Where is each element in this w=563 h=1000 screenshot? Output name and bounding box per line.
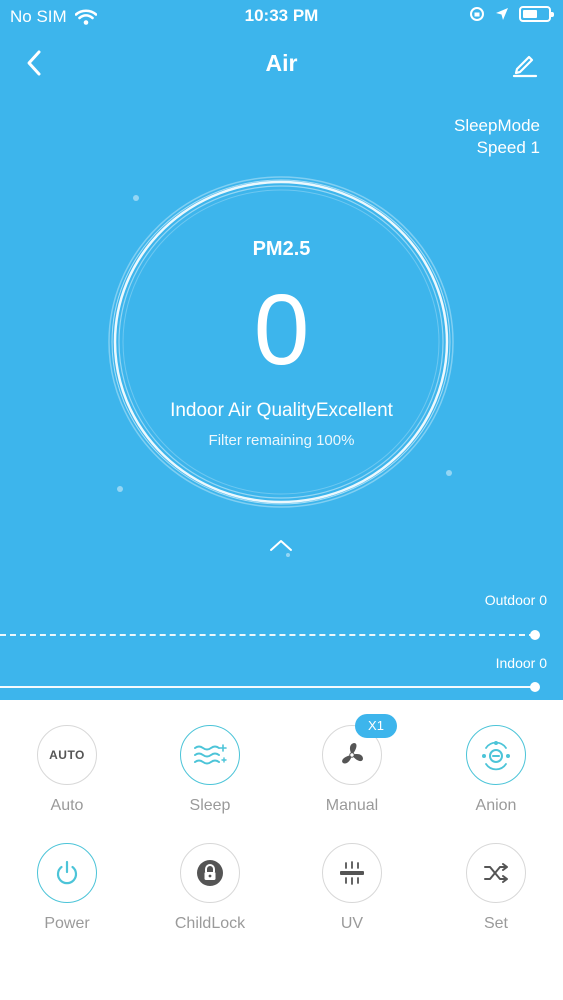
particle-dot [446,470,452,476]
anion-label: Anion [475,797,517,814]
shuffle-icon [466,843,526,903]
pm-value: 0 [253,274,310,386]
anion-icon [466,725,526,785]
power-label: Power [44,915,90,932]
particle-dot [133,195,139,201]
fan-icon: X1 [322,714,397,785]
childlock-label: ChildLock [174,915,246,932]
orientation-lock-icon [470,7,484,21]
particle-dot [117,486,123,492]
set-button[interactable]: Set [436,843,556,933]
mode-info: SleepMode Speed 1 [454,115,540,159]
set-label: Set [483,915,508,932]
status-bar: No SIM 10:33 PM [0,0,563,34]
uv-button[interactable]: UV [292,843,412,933]
pm-label: PM2.5 [252,238,311,260]
filter-remaining-text: Filter remaining 100% [208,432,355,449]
uv-icon [322,843,382,903]
auto-button[interactable]: AUTO Auto [7,725,127,815]
anion-ions-icon [482,741,510,771]
auto-label: Auto [50,797,84,814]
auto-icon-text: AUTO [49,748,85,762]
edit-icon[interactable] [511,50,539,78]
outdoor-dot [530,630,540,640]
mode-text: SleepMode [453,116,540,135]
shuffle-arrows-icon [484,863,508,883]
battery-icon [519,6,554,22]
childlock-button[interactable]: ChildLock [150,843,270,933]
manual-button[interactable]: X1 Manual [292,714,412,815]
power-button[interactable]: Power [7,843,127,933]
sleep-waves-icon [194,744,227,765]
control-panel: AUTO Auto Sleep X1 Manual Anion Power Ch… [0,700,563,1000]
status-icons [469,6,554,22]
sleep-icon [180,725,240,785]
indoor-line [0,686,535,688]
uv-label: UV [340,915,364,932]
main-panel: No SIM 10:33 PM Air SleepMode Speed 1 PM… [0,0,563,700]
chevron-up-icon[interactable] [268,537,294,553]
page-title: Air [265,50,298,76]
outdoor-line [0,634,535,636]
outdoor-label: Outdoor 0 [484,592,547,608]
anion-button[interactable]: Anion [436,725,556,815]
speed-badge: X1 [355,714,397,738]
auto-icon: AUTO [37,725,97,785]
uv-lamp-icon [340,861,364,885]
padlock-icon [197,860,223,886]
lock-icon [180,843,240,903]
location-icon [496,8,508,20]
air-quality-text: Indoor Air QualityExcellent [170,400,393,421]
sleep-label: Sleep [189,797,231,814]
power-symbol-icon [56,860,78,885]
particle-dot [286,553,290,557]
power-icon [37,843,97,903]
fan-blades-icon [342,743,363,764]
sleep-button[interactable]: Sleep [150,725,270,815]
manual-label: Manual [325,797,379,814]
indoor-label: Indoor 0 [495,655,547,671]
speed-text: Speed 1 [476,138,540,157]
indoor-dot [530,682,540,692]
